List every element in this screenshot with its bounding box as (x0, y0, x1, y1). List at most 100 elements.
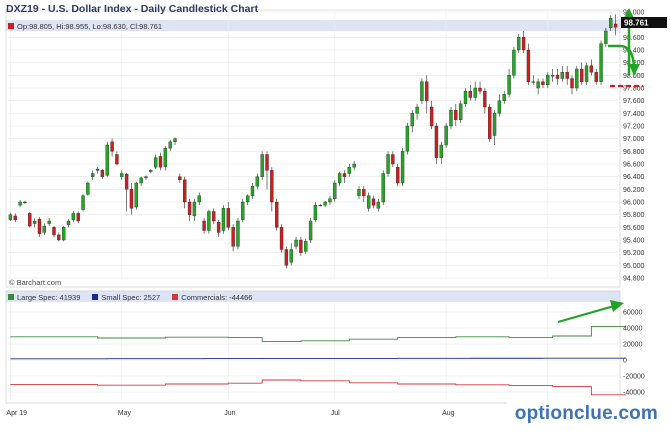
candle-body (18, 201, 22, 206)
candle-body (521, 37, 526, 51)
indicator-tick-label: 20000 (623, 342, 643, 349)
candle (531, 75, 535, 85)
candle (580, 62, 584, 85)
candle (594, 69, 598, 85)
candle-body (110, 141, 114, 152)
small-spec-swatch (92, 294, 99, 300)
candle-body (391, 154, 395, 165)
candle-body (458, 103, 463, 120)
candle (449, 107, 453, 130)
candle (444, 122, 448, 149)
candle-body (536, 81, 540, 89)
price-tick-label: 94.800 (623, 276, 645, 283)
candle (589, 59, 594, 76)
large-spec-swatch (8, 294, 14, 300)
candle-body (100, 170, 105, 177)
last-price-label: 98.761 (624, 19, 649, 28)
candle-body (352, 163, 356, 168)
candle-body (149, 170, 153, 172)
candle-body (115, 154, 119, 165)
candle-body (134, 182, 138, 208)
candle-body (279, 227, 284, 250)
candle-body (144, 176, 148, 179)
candle (308, 217, 313, 244)
candle-body (47, 220, 51, 224)
candle (178, 173, 182, 183)
candle-body (226, 208, 230, 228)
candle (57, 232, 61, 242)
candle (526, 43, 531, 85)
candle (289, 243, 293, 266)
candle-body (580, 68, 584, 82)
candle-body (594, 71, 598, 82)
candle (371, 195, 376, 209)
candle-body (8, 214, 13, 220)
candle (386, 151, 390, 177)
candle-body (526, 49, 531, 82)
candle (168, 139, 172, 152)
candle (250, 183, 255, 199)
candle-body (255, 176, 260, 187)
candle (86, 181, 90, 196)
small-spec-label: Small Spec: 2527 (101, 292, 161, 302)
candle-body (400, 151, 405, 184)
candle (536, 78, 540, 95)
candle (347, 164, 351, 177)
candle-body (241, 201, 245, 220)
candle (23, 200, 27, 204)
candle-body (386, 154, 390, 174)
candle-body (478, 87, 482, 92)
candle-body (584, 65, 589, 82)
candle (71, 210, 76, 223)
candle-body (550, 75, 555, 77)
candle (366, 192, 371, 212)
candle (304, 238, 308, 254)
candle-body (265, 154, 269, 171)
candle (362, 186, 366, 202)
candle (381, 170, 385, 206)
candle (81, 194, 85, 212)
price-tick-label: 96.600 (623, 162, 645, 169)
candle-body (507, 75, 511, 95)
candle (342, 170, 347, 183)
ohlc-values: Op:98.805, Hi:98.955, Lo:98.630, Cl:98.7… (17, 21, 163, 31)
candle (216, 219, 221, 237)
candle-body (270, 170, 274, 203)
candle (226, 202, 230, 231)
candle (333, 179, 337, 202)
candle-body (173, 138, 177, 143)
candle (599, 40, 603, 85)
candle-body (492, 113, 497, 136)
candles (8, 14, 618, 269)
candle (463, 88, 468, 107)
small-spec-line (10, 357, 626, 360)
x-tick-label: Aug (442, 410, 455, 417)
candle (153, 154, 158, 170)
candle-body (463, 90, 468, 105)
price-tick-label: 98.600 (623, 35, 645, 42)
candle-body (454, 109, 458, 120)
candle (28, 212, 32, 228)
candle-body (245, 195, 250, 203)
candle (328, 195, 332, 206)
x-tick-label: May (118, 410, 132, 417)
candle (313, 202, 318, 223)
ohlc-legend: Op:98.805, Hi:98.955, Lo:98.630, Cl:98.7… (8, 22, 162, 31)
price-y-axis: 99.00098.80098.60098.40098.20098.00097.8… (623, 10, 645, 283)
candle-body (497, 100, 502, 114)
candle-body (328, 198, 332, 203)
price-tick-label: 96.400 (623, 174, 645, 181)
price-tick-label: 95.000 (623, 263, 645, 270)
indicator-lines (10, 325, 626, 396)
candle-body (565, 71, 569, 79)
candle-body (207, 211, 211, 231)
price-tick-label: 95.200 (623, 250, 645, 257)
candle (202, 217, 206, 234)
candle-body (57, 234, 61, 241)
candle-body (231, 227, 235, 247)
commercials-legend: Commercials: -44466 (172, 293, 252, 302)
candle (502, 91, 506, 104)
candle-body (66, 220, 71, 225)
candle (560, 65, 565, 82)
candle (507, 69, 511, 98)
